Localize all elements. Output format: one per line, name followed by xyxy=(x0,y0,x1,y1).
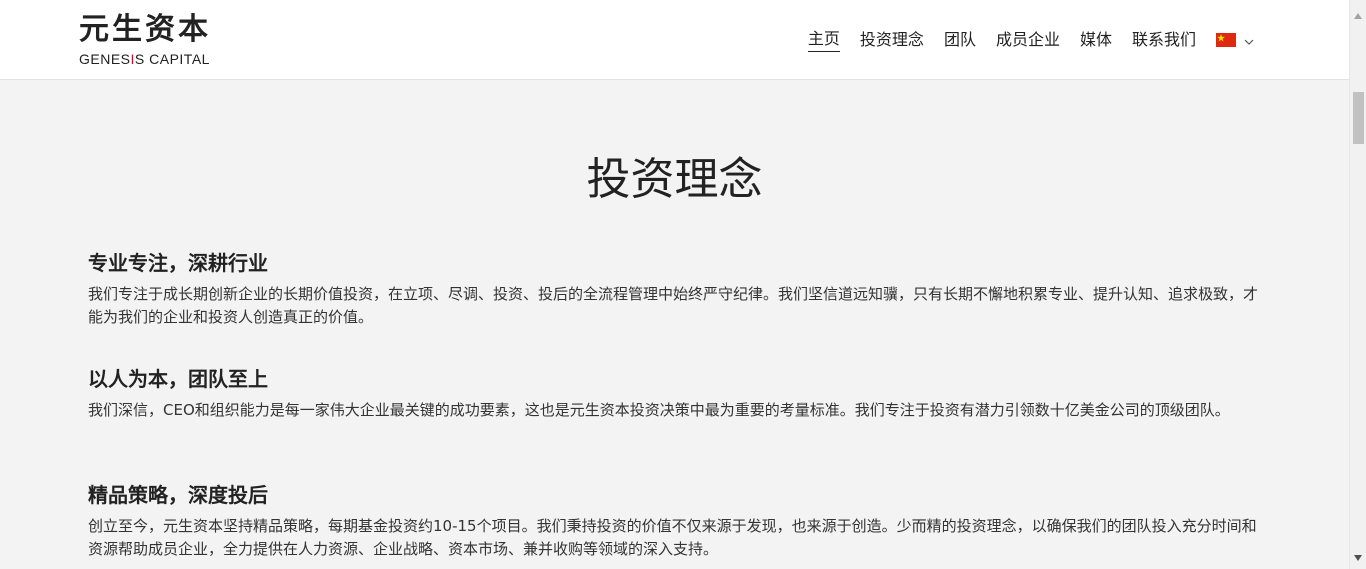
section-body: 我们深信，CEO和组织能力是每一家伟大企业最关键的成功要素，这也是元生资本投资决… xyxy=(88,401,1230,419)
section-heading: 专业专注，深耕行业 xyxy=(88,251,268,275)
nav-item-home[interactable]: 主页 xyxy=(807,27,840,52)
logo-english-text: GENESIS CAPITAL xyxy=(79,51,210,67)
chevron-down-icon xyxy=(1244,30,1254,49)
logo-chinese-text: 元生资本 xyxy=(79,12,211,47)
nav-item-contact[interactable]: 联系我们 xyxy=(1132,28,1196,52)
scroll-up-arrow-icon[interactable] xyxy=(1354,4,1362,23)
main-nav: 主页 投资理念 团队 成员企业 媒体 联系我们 xyxy=(788,27,1254,52)
scroll-down-arrow-icon[interactable] xyxy=(1354,546,1362,565)
section-body: 创立至今，元生资本坚持精品策略，每期基金投资约10-15个项目。我们秉持投资的价… xyxy=(88,517,1257,558)
china-flag-icon xyxy=(1216,32,1236,47)
section-professional-focus: 专业专注，深耕行业 我们专注于成长期创新企业的长期价值投资，在立项、尽调、投资、… xyxy=(88,249,1268,329)
vertical-scrollbar[interactable] xyxy=(1349,0,1366,569)
section-boutique-strategy: 精品策略，深度投后 创立至今，元生资本坚持精品策略，每期基金投资约10-15个项… xyxy=(88,481,1268,561)
page-title: 投资理念 xyxy=(586,154,763,205)
language-selector[interactable] xyxy=(1216,30,1254,49)
nav-item-portfolio[interactable]: 成员企业 xyxy=(996,28,1060,52)
section-heading: 以人为本，团队至上 xyxy=(88,367,268,391)
scrollbar-thumb[interactable] xyxy=(1353,92,1364,144)
section-body: 我们专注于成长期创新企业的长期价值投资，在立项、尽调、投资、投后的全流程管理中始… xyxy=(88,285,1259,326)
site-header: 元生资本 GENESIS CAPITAL 主页 投资理念 团队 成员企业 媒体 … xyxy=(0,0,1349,80)
logo[interactable]: 元生资本 GENESIS CAPITAL xyxy=(79,12,229,70)
nav-item-team[interactable]: 团队 xyxy=(944,28,976,52)
section-people-first: 以人为本，团队至上 我们深信，CEO和组织能力是每一家伟大企业最关键的成功要素，… xyxy=(88,365,1268,422)
nav-item-media[interactable]: 媒体 xyxy=(1080,28,1112,52)
nav-item-philosophy[interactable]: 投资理念 xyxy=(860,28,924,52)
section-heading: 精品策略，深度投后 xyxy=(88,483,268,507)
